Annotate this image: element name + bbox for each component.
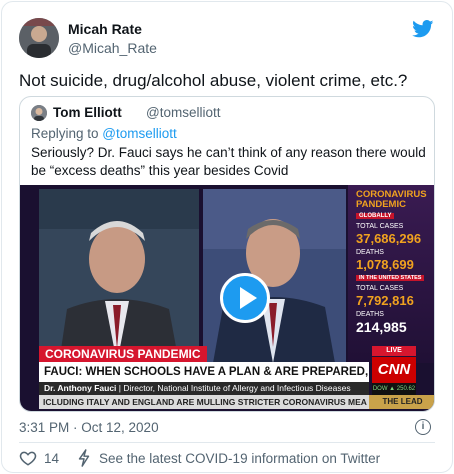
cnn-logo: CNN bbox=[372, 357, 416, 383]
author-handle[interactable]: @Micah_Rate bbox=[68, 40, 157, 56]
guest-title: Director, National Institute of Allergy … bbox=[123, 383, 351, 393]
banner-topic: CORONAVIRUS PANDEMIC bbox=[39, 346, 207, 362]
info-icon[interactable]: i bbox=[415, 419, 431, 435]
video-frame-left bbox=[39, 189, 199, 363]
replying-to: Replying to @tomselliott bbox=[31, 126, 177, 141]
us-cases-label: TOTAL CASES bbox=[356, 285, 404, 292]
dow-ticker: DOW ▲ 250.62 bbox=[372, 383, 416, 395]
like-count[interactable]: 14 bbox=[44, 451, 59, 466]
author-avatar[interactable] bbox=[19, 18, 59, 58]
replying-to-handle[interactable]: @tomselliott bbox=[102, 126, 176, 141]
video-frame-right bbox=[203, 189, 346, 363]
divider bbox=[19, 442, 435, 443]
covid-info-link[interactable]: See the latest COVID-19 information on T… bbox=[99, 451, 380, 466]
author-name[interactable]: Micah Rate bbox=[68, 21, 142, 37]
quoted-author-handle[interactable]: @tomselliott bbox=[146, 105, 220, 120]
video-player[interactable]: CORONAVIRUS PANDEMIC GLOBALLY TOTAL CASE… bbox=[20, 185, 434, 411]
quoted-tweet-text: Seriously? Dr. Fauci says he can’t think… bbox=[31, 145, 426, 178]
global-cases-value: 37,686,296 bbox=[356, 231, 422, 246]
global-deaths-value: 1,078,699 bbox=[356, 257, 414, 272]
global-cases-label: TOTAL CASES bbox=[356, 223, 404, 230]
lightning-bolt-icon bbox=[78, 449, 90, 467]
quoted-author-avatar[interactable] bbox=[31, 105, 47, 121]
globally-tag: GLOBALLY bbox=[356, 213, 395, 219]
quoted-tweet[interactable]: Tom Elliott @tomselliott Replying to @to… bbox=[19, 96, 435, 412]
twitter-bird-icon[interactable] bbox=[412, 20, 434, 38]
stats-title-2: PANDEMIC bbox=[356, 199, 406, 210]
replying-to-label: Replying to bbox=[31, 126, 103, 141]
us-deaths-label: DEATHS bbox=[356, 311, 384, 318]
banner-headline: FAUCI: WHEN SCHOOLS HAVE A PLAN & ARE PR… bbox=[39, 362, 369, 382]
news-ticker: ICLUDING ITALY AND ENGLAND ARE MULLING S… bbox=[39, 395, 369, 409]
us-deaths-value: 214,985 bbox=[356, 319, 407, 335]
global-deaths-label: DEATHS bbox=[356, 249, 384, 256]
tweet-text: Not suicide, drug/alcohol abuse, violent… bbox=[19, 71, 408, 90]
play-button[interactable] bbox=[220, 273, 270, 323]
live-badge: LIVE bbox=[372, 346, 416, 356]
quoted-author-name[interactable]: Tom Elliott bbox=[53, 105, 122, 120]
show-name: THE LEAD bbox=[369, 395, 434, 409]
us-cases-value: 7,792,816 bbox=[356, 293, 414, 308]
heart-icon[interactable] bbox=[19, 449, 37, 467]
tweet-card[interactable]: Micah Rate @Micah_Rate Not suicide, drug… bbox=[1, 1, 453, 473]
us-tag: IN THE UNITED STATES bbox=[356, 275, 425, 281]
coronavirus-stats-panel: CORONAVIRUS PANDEMIC GLOBALLY TOTAL CASE… bbox=[348, 185, 434, 363]
guest-caption: Dr. Anthony Fauci | Director, National I… bbox=[39, 382, 369, 395]
tweet-timestamp[interactable]: 3:31 PM · Oct 12, 2020 bbox=[19, 420, 159, 435]
guest-name: Dr. Anthony Fauci bbox=[44, 383, 117, 393]
